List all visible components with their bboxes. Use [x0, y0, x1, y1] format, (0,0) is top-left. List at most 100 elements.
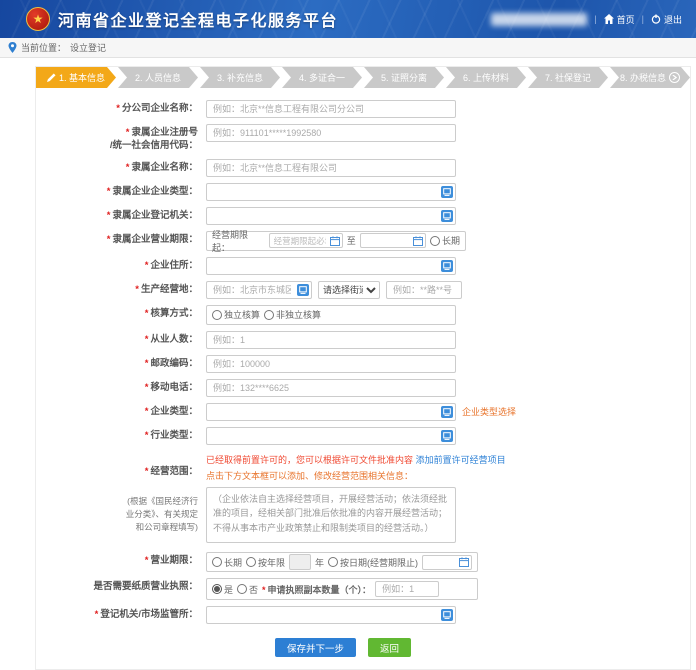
tab-step-8-tax-info[interactable]: 8. 办税信息 [610, 67, 690, 88]
field-parent-business-term: *隶属企业营业期限： 经营期限起： 至 长期 [36, 231, 690, 251]
field-company-type: *企业类型： 企业类型选择 [36, 403, 690, 421]
calendar-icon[interactable] [330, 236, 340, 246]
username-redacted [491, 13, 587, 26]
radio-label: 否 [249, 583, 258, 596]
company-type-select-link[interactable]: 企业类型选择 [462, 405, 516, 418]
select-window-icon [443, 212, 451, 220]
parent-reg-number-input[interactable] [206, 124, 456, 142]
term-long-option[interactable]: 长期 [212, 556, 242, 569]
home-icon [604, 14, 614, 24]
tab-step-6-upload-materials[interactable]: 6. 上传材料 [446, 67, 526, 88]
picker-icon[interactable] [441, 430, 453, 442]
add-prelicensed-items-link[interactable]: 添加前置许可经营项目 [416, 455, 506, 465]
industry-type-input[interactable] [206, 427, 456, 445]
accounting-method-group: 独立核算 非独立核算 [206, 305, 456, 325]
back-button[interactable]: 返回 [368, 638, 411, 657]
accounting-non-independent-radio[interactable] [264, 310, 274, 320]
picker-icon[interactable] [441, 186, 453, 198]
term-long-radio[interactable] [212, 557, 222, 567]
steps-next-icon[interactable] [669, 72, 680, 83]
calendar-icon[interactable] [413, 236, 423, 246]
copies-label: *申请执照副本数量（个）： [262, 583, 371, 596]
paper-license-no-radio[interactable] [237, 584, 247, 594]
step-label: 3. 补充信息 [217, 71, 263, 84]
tab-step-1-basic-info[interactable]: 1. 基本信息 [36, 67, 116, 88]
label-text: 登记机关/市场监管所： [100, 609, 198, 620]
company-type-input[interactable] [206, 403, 456, 421]
paper-license-no-option[interactable]: 否 [237, 583, 258, 596]
mobile-phone-input[interactable] [206, 379, 456, 397]
app-header: ★ 河南省企业登记全程电子化服务平台 | 首页 | 退出 [0, 0, 696, 38]
nav-separator: | [594, 14, 596, 24]
tab-step-5-license-separation[interactable]: 5. 证照分离 [364, 67, 444, 88]
label-text: 营业期限： [150, 555, 198, 566]
business-scope-textarea[interactable]: （企业依法自主选择经营项目，开展经营活动；依法须经批准的项目，经相关部门批准后依… [206, 487, 456, 543]
paper-license-group: 是 否 *申请执照副本数量（个）： [206, 578, 478, 600]
tab-step-7-social-security[interactable]: 7. 社保登记 [528, 67, 608, 88]
required-mark: * [262, 585, 266, 595]
scope-tip-orange: 点击下方文本框可以添加、修改经营范围相关信息： [206, 469, 506, 484]
label-text: 移动电话： [150, 382, 198, 393]
field-parent-company-type: *隶属企业企业类型： [36, 183, 690, 201]
picker-icon[interactable] [297, 284, 309, 296]
postcode-input[interactable] [206, 355, 456, 373]
field-business-scope: *经营范围： (根据《国民经济行 业分类》、有关规定 和公司章程填写) 已经取得… [36, 451, 690, 547]
paper-license-yes-radio[interactable] [212, 584, 222, 594]
tab-step-3-supplementary-info[interactable]: 3. 补充信息 [200, 67, 280, 88]
field-business-term: *营业期限： 长期 按年限 年 按日期(经营期限止) [36, 552, 690, 572]
term-years-input[interactable] [289, 554, 311, 570]
branch-company-name-input[interactable] [206, 100, 456, 118]
business-scope-tips: 已经取得前置许可的，您可以根据许可文件批准内容 添加前置许可经营项目 点击下方文… [206, 451, 506, 484]
year-suffix-label: 年 [315, 556, 324, 569]
calendar-icon[interactable] [459, 557, 469, 567]
business-place-detail-input[interactable] [386, 281, 462, 299]
field-label: *企业类型： [36, 403, 206, 419]
parent-company-name-input[interactable] [206, 159, 456, 177]
home-link-label: 首页 [617, 13, 635, 26]
label-text: 从业人数： [150, 334, 198, 345]
parent-company-type-input[interactable] [206, 183, 456, 201]
label-text: 隶属企业企业类型： [112, 186, 198, 197]
picker-icon[interactable] [441, 210, 453, 222]
accounting-non-independent-option[interactable]: 非独立核算 [264, 308, 321, 321]
tab-step-2-personnel-info[interactable]: 2. 人员信息 [118, 67, 198, 88]
label-text: 企业类型： [150, 406, 198, 417]
save-and-next-button[interactable]: 保存并下一步 [275, 638, 356, 657]
field-label: *生产经营地： [36, 281, 206, 297]
picker-icon[interactable] [441, 260, 453, 272]
term-by-date-radio[interactable] [328, 557, 338, 567]
accounting-independent-radio[interactable] [212, 310, 222, 320]
logout-link[interactable]: 退出 [651, 13, 682, 26]
term-by-years-option[interactable]: 按年限 [246, 556, 285, 569]
parent-reg-authority-input[interactable] [206, 207, 456, 225]
copies-label-text: 申请执照副本数量（个）： [268, 585, 372, 595]
logout-link-label: 退出 [664, 13, 682, 26]
term-by-date-option[interactable]: 按日期(经营期限止) [328, 556, 418, 569]
field-label: *核算方式： [36, 305, 206, 321]
field-label: *隶属企业名称： [36, 159, 206, 175]
required-mark: * [126, 162, 130, 173]
home-link[interactable]: 首页 [604, 13, 635, 26]
location-pin-icon [8, 42, 17, 53]
employee-count-input[interactable] [206, 331, 456, 349]
parent-term-long-radio[interactable] [430, 236, 440, 246]
picker-icon[interactable] [441, 406, 453, 418]
parent-term-group: 经营期限起： 至 长期 [206, 231, 466, 251]
field-postcode: *邮政编码： [36, 355, 690, 373]
field-label: *隶属企业企业类型： [36, 183, 206, 199]
parent-term-long-option[interactable]: 长期 [430, 234, 460, 247]
field-paper-license: 是否需要纸质营业执照： 是 否 *申请执照副本数量（个）： [36, 578, 690, 600]
accounting-independent-option[interactable]: 独立核算 [212, 308, 260, 321]
picker-icon[interactable] [441, 609, 453, 621]
label-text: 企业住所： [150, 260, 198, 271]
chevron-right-icon [672, 75, 677, 80]
company-address-input[interactable] [206, 257, 456, 275]
term-to-label: 至 [347, 234, 356, 247]
registration-authority-input[interactable] [206, 606, 456, 624]
paper-license-yes-option[interactable]: 是 [212, 583, 233, 596]
term-by-years-radio[interactable] [246, 557, 256, 567]
license-copies-input[interactable] [375, 581, 439, 597]
tab-step-4-multi-certificate[interactable]: 4. 多证合一 [282, 67, 362, 88]
field-label: *经营范围： (根据《国民经济行 业分类》、有关规定 和公司章程填写) [36, 451, 206, 547]
street-select[interactable]: 请选择街道 [318, 281, 380, 299]
